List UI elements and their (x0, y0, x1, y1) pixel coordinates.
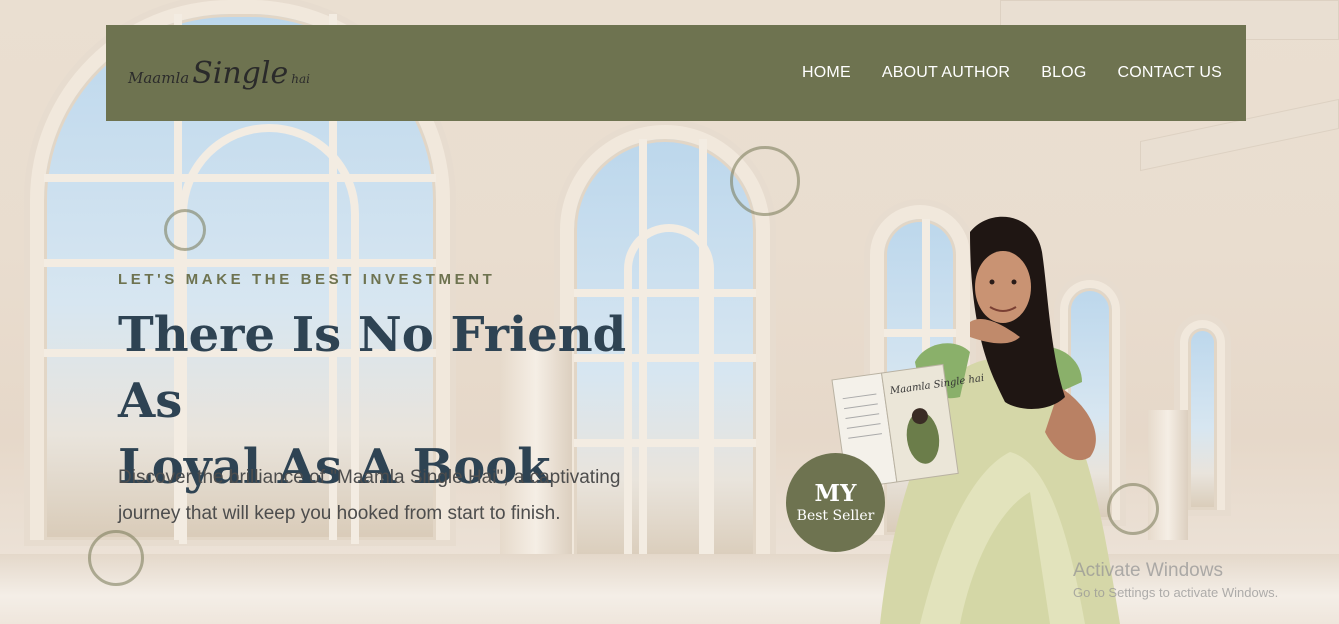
hero-headline-line1: There Is No Friend As (118, 307, 627, 429)
nav-contact-us[interactable]: CONTACT US (1117, 64, 1222, 82)
nav-about-author[interactable]: ABOUT AUTHOR (882, 64, 1010, 82)
watermark-title: Activate Windows (1073, 560, 1223, 581)
site-logo[interactable]: Maamla Single hai (128, 56, 310, 91)
logo-text-single: Single (192, 55, 289, 91)
windows-activation-watermark: Activate Windows Go to Settings to activ… (1073, 560, 1278, 600)
badge-line2: Best Seller (796, 507, 875, 524)
hero-description: Discover the brilliance of "Maamla Singl… (118, 467, 621, 524)
hero-eyebrow: LET'S MAKE THE BEST INVESTMENT (118, 271, 496, 288)
logo-text-maamla: Maamla (128, 68, 190, 87)
decorative-ring (730, 146, 800, 216)
nav-home[interactable]: HOME (802, 64, 851, 82)
best-seller-badge: MY Best Seller (786, 453, 885, 552)
watermark-subtitle: Go to Settings to activate Windows. (1073, 585, 1279, 600)
main-nav: HOME ABOUT AUTHOR BLOG CONTACT US (802, 64, 1222, 82)
site-header: Maamla Single hai HOME ABOUT AUTHOR BLOG… (106, 25, 1246, 121)
decorative-ring (164, 209, 206, 251)
decorative-ring (88, 530, 144, 586)
nav-blog[interactable]: BLOG (1041, 64, 1086, 82)
logo-text-hai: hai (291, 71, 310, 86)
badge-line1: MY (814, 479, 857, 507)
